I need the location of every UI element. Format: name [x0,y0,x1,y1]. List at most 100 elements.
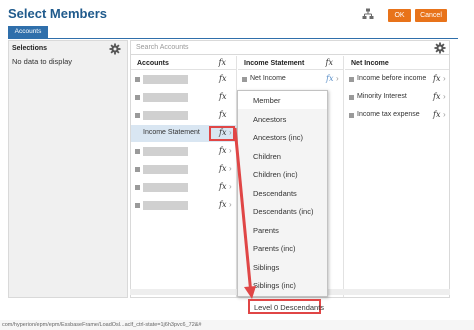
status-url: com/hyperion/epm/epm/EssbaseFrame/LoadOs… [2,322,202,328]
gear-icon[interactable] [434,42,446,54]
menu-item-parents-inc[interactable]: Parents (inc) [238,239,327,257]
column-header-label: Income Statement [244,60,305,67]
status-bar: com/hyperion/epm/epm/EssbaseFrame/LoadOs… [0,320,474,330]
chevron-right-icon[interactable]: › [229,182,232,191]
fx-icon[interactable]: fx [326,74,333,83]
list-item[interactable]: Income tax expense fx › [345,107,449,124]
redacted-member [143,147,188,156]
redacted-member [143,201,188,210]
menu-item-children-inc[interactable]: Children (inc) [238,165,327,183]
list-item-label: Income tax expense [357,111,420,118]
menu-item-children[interactable]: Children [238,147,327,165]
ok-button[interactable]: OK [388,9,411,22]
menu-item-ancestors[interactable]: Ancestors [238,110,327,128]
gear-icon[interactable] [109,43,121,55]
redacted-member [143,183,188,192]
redacted-member [143,165,188,174]
list-item[interactable]: fx › [131,179,236,196]
fx-icon[interactable]: fx [219,110,226,119]
menu-item-label: Parents (inc) [253,244,296,253]
fx-icon[interactable]: fx [219,128,226,137]
list-item-label: Income Statement [143,129,200,136]
menu-item-siblings[interactable]: Siblings [238,258,327,276]
column-header-label: Net Income [351,60,389,67]
member-icon [135,203,140,208]
member-icon [135,185,140,190]
menu-item-label: Siblings [253,262,280,272]
list-item[interactable]: fx › [131,143,236,160]
member-icon [135,149,140,154]
list-item[interactable]: fx [131,71,236,88]
menu-item-descendants[interactable]: Descendants [238,184,327,202]
list-item-label: Minority Interest [357,93,407,100]
list-item[interactable]: fx › [131,161,236,178]
selections-title: Selections [12,45,48,52]
fx-icon[interactable]: fx [219,182,226,191]
chevron-right-icon[interactable]: › [229,200,232,209]
redacted-member [143,111,188,120]
column-header: Income Statement fx [238,56,343,70]
menu-item-level-0-descendants[interactable]: Level 0 Descendants [248,299,325,314]
tab-divider [8,38,458,39]
chevron-right-icon[interactable]: › [336,74,339,83]
menu-item-siblings-inc[interactable]: Siblings (inc) [238,276,327,294]
net-income-column: Net Income Income before income fx › Min… [345,56,449,297]
chevron-right-icon[interactable]: › [443,92,446,101]
fx-icon[interactable]: fx [219,92,226,101]
column-header: Net Income [345,56,449,70]
list-item[interactable]: fx › [131,197,236,214]
list-item-net-income[interactable]: Net Income fx › [238,71,343,88]
member-icon [135,167,140,172]
fx-icon[interactable]: fx [433,92,440,101]
member-icon [349,95,354,100]
menu-item-parents[interactable]: Parents [238,221,327,239]
menu-item-label: Member [253,96,281,105]
chevron-right-icon[interactable]: › [229,164,232,173]
list-item[interactable]: fx [131,89,236,106]
member-icon [349,77,354,82]
menu-item-label: Ancestors (inc) [253,133,304,142]
chevron-right-icon[interactable]: › [443,110,446,119]
fx-icon[interactable]: fx [219,164,226,173]
fx-icon[interactable]: fx [433,74,440,83]
member-icon [135,113,140,118]
dialog-header: Select Members OK Cancel [0,0,474,24]
tab-accounts[interactable]: Accounts [8,26,48,38]
list-item[interactable]: Income before income fx › [345,71,449,88]
member-icon [135,77,140,82]
menu-item-label: Descendants (inc) [253,207,314,216]
menu-item-descendants-inc[interactable]: Descendants (inc) [238,202,327,220]
member-icon [242,77,247,82]
dialog-title: Select Members [8,6,107,21]
chevron-right-icon[interactable]: › [229,146,232,155]
column-header-label: Accounts [137,60,169,67]
fx-icon[interactable]: fx [219,146,226,155]
fx-icon[interactable]: fx [219,200,226,209]
hierarchy-icon[interactable] [362,8,374,20]
chevron-right-icon[interactable]: › [443,74,446,83]
menu-item-member[interactable]: Member [238,91,327,109]
menu-item-label: Parents [253,225,279,235]
list-item-income-statement[interactable]: Income Statement fx › [131,125,236,142]
fx-icon[interactable]: fx [433,110,440,119]
menu-item-label: Descendants [253,188,297,198]
fx-icon[interactable]: fx [326,58,333,67]
menu-item-label: Siblings (inc) [253,281,296,290]
cancel-button[interactable]: Cancel [415,9,447,22]
accounts-column: Accounts fx fx fx fx Income Statement fx… [131,56,237,297]
fx-icon[interactable]: fx [219,58,226,67]
list-item-label: Net Income [250,75,286,82]
list-item[interactable]: Minority Interest fx › [345,89,449,106]
menu-item-ancestors-inc[interactable]: Ancestors (inc) [238,128,327,146]
column-header: Accounts fx [131,56,236,70]
redacted-member [143,93,188,102]
menu-item-label: Level 0 Descendants [254,303,325,312]
list-item-label: Income before income [357,75,427,82]
list-item[interactable]: fx [131,107,236,124]
menu-item-label: Children [253,151,281,161]
search-bar[interactable]: Search Accounts [131,41,449,55]
fx-icon[interactable]: fx [219,74,226,83]
redacted-member [143,75,188,84]
search-input[interactable]: Search Accounts [136,44,189,51]
chevron-right-icon[interactable]: › [229,128,232,137]
